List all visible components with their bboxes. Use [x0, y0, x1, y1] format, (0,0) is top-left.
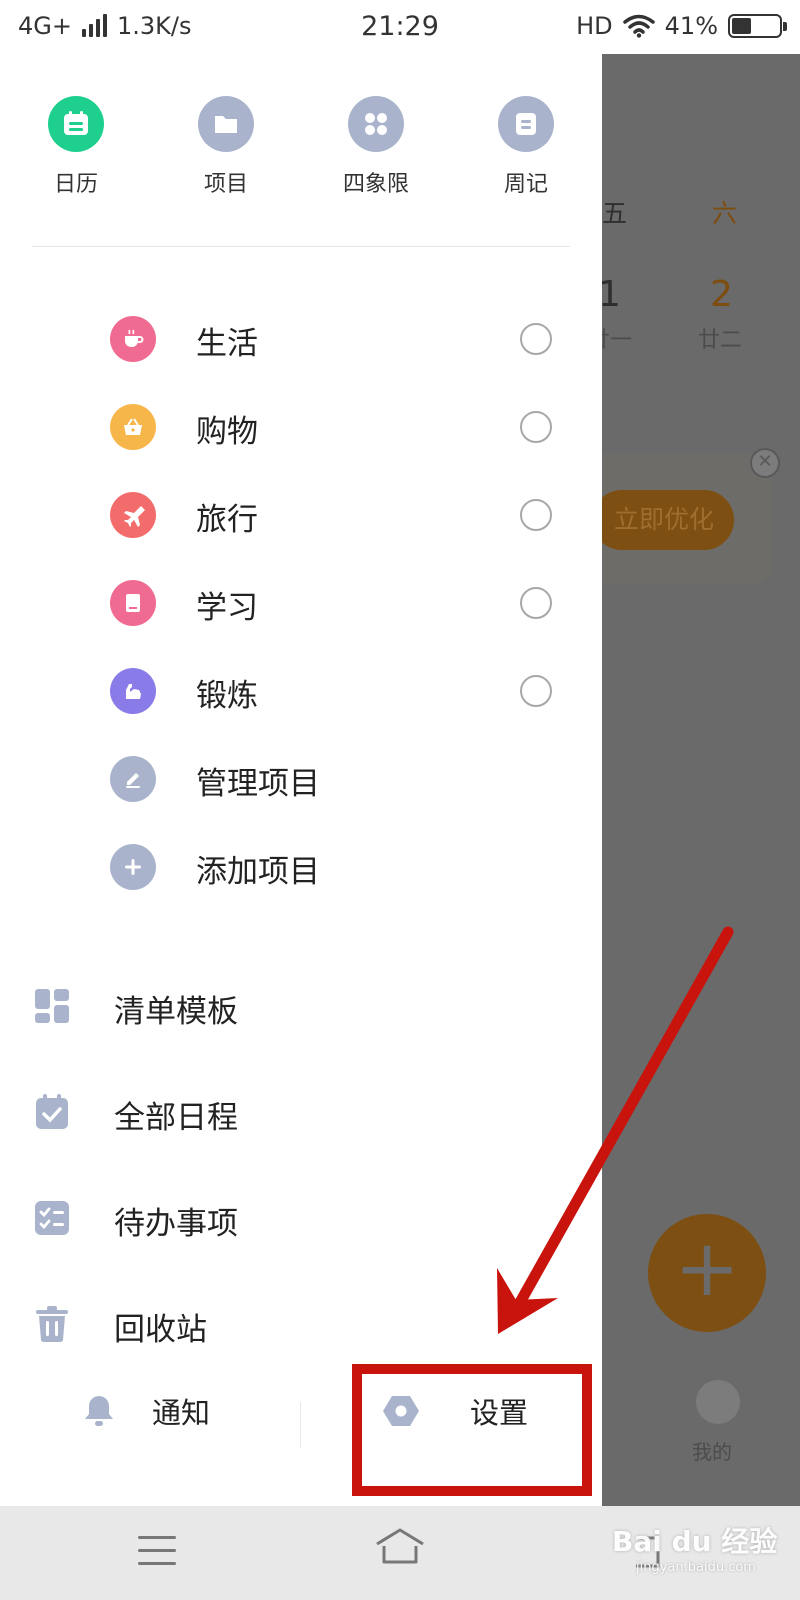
- weekday-fri: 五: [602, 199, 628, 228]
- project-item-shopping[interactable]: 购物: [110, 396, 560, 456]
- project-item-travel[interactable]: 旅行: [110, 484, 560, 544]
- tile-calendar[interactable]: 日历: [16, 96, 136, 198]
- me-tab-label[interactable]: 我的: [692, 1436, 732, 1465]
- tile-label: 周记: [503, 172, 548, 197]
- watermark-sub: jingyan.baidu.com: [636, 1560, 756, 1575]
- edit-icon: [110, 756, 156, 802]
- manage-project-button[interactable]: 管理项目: [110, 748, 560, 808]
- menu-item-all-schedule[interactable]: 全部日程: [32, 1078, 572, 1144]
- project-item-life[interactable]: 生活: [110, 308, 560, 368]
- menu-label: 全部日程: [114, 1100, 238, 1136]
- calendar-check-icon: [36, 1094, 68, 1129]
- book-icon: [110, 580, 156, 626]
- tile-quadrants[interactable]: 四象限: [316, 96, 436, 198]
- background-overlay[interactable]: 五 六 1 2 廿一 廿二 ✕ 立即优化 + 我的: [602, 54, 800, 1506]
- menu-label: 清单模板: [114, 994, 238, 1030]
- project-radio[interactable]: [520, 499, 552, 531]
- menu-item-templates[interactable]: 清单模板: [32, 972, 572, 1038]
- project-radio[interactable]: [520, 587, 552, 619]
- tile-label: 项目: [203, 172, 248, 197]
- project-radio[interactable]: [520, 323, 552, 355]
- template-icon: [35, 989, 69, 1023]
- wifi-icon: [622, 14, 655, 38]
- project-label: 购物: [196, 414, 258, 450]
- add-project-label: 添加项目: [196, 854, 320, 890]
- basket-icon: [110, 404, 156, 450]
- project-item-study[interactable]: 学习: [110, 572, 560, 632]
- tile-weekly[interactable]: 周记: [466, 96, 586, 198]
- muscle-icon: [110, 668, 156, 714]
- hd-indicator: HD: [576, 12, 613, 40]
- project-radio[interactable]: [520, 675, 552, 707]
- status-bar: 4G+ 1.3K/s 21:29 HD 41%: [0, 0, 800, 54]
- battery-icon: [728, 14, 787, 38]
- watermark-main: Bai du 经验: [612, 1525, 778, 1558]
- system-nav-bar: Bai du 经验 jingyan.baidu.com: [0, 1506, 800, 1600]
- watermark-logo: Bai du 经验 jingyan.baidu.com: [612, 1520, 777, 1575]
- notify-label: 通知: [152, 1396, 211, 1430]
- plus-icon: [110, 844, 156, 890]
- notify-button[interactable]: 通知: [80, 1390, 210, 1432]
- project-label: 生活: [196, 326, 258, 362]
- manage-project-label: 管理项目: [196, 766, 320, 802]
- project-radio[interactable]: [520, 411, 552, 443]
- date-sat[interactable]: 2: [710, 274, 733, 315]
- recent-apps-button[interactable]: [138, 1536, 176, 1575]
- tile-label: 四象限: [342, 172, 409, 197]
- lunar-fri: 廿一: [602, 328, 633, 353]
- highlight-box: [352, 1364, 592, 1496]
- note-icon: [498, 96, 554, 152]
- add-project-button[interactable]: 添加项目: [110, 836, 560, 896]
- me-tab-icon[interactable]: [696, 1380, 740, 1424]
- close-icon[interactable]: ✕: [750, 448, 780, 478]
- battery-percent: 41%: [664, 12, 718, 40]
- cup-icon: [110, 316, 156, 362]
- grid-icon: [348, 96, 404, 152]
- trash-icon: [36, 1306, 68, 1343]
- navigation-drawer: 日历 项目 四象限 周记 生活 购物 旅行 学习 锻炼 管理项目 添加项目 清单…: [0, 54, 602, 1506]
- weekday-sat: 六: [712, 199, 738, 228]
- menu-label: 待办事项: [114, 1206, 238, 1242]
- footer-divider: [300, 1402, 301, 1448]
- calendar-icon: [48, 96, 104, 152]
- menu-item-trash[interactable]: 回收站: [32, 1290, 572, 1356]
- battery-level: [732, 18, 751, 34]
- menu-label: 回收站: [114, 1312, 207, 1348]
- todo-list-icon: [35, 1201, 69, 1235]
- divider: [32, 246, 570, 247]
- project-label: 锻炼: [196, 678, 258, 714]
- home-icon[interactable]: [374, 1526, 426, 1566]
- status-right: HD 41%: [576, 12, 787, 40]
- plane-icon: [110, 492, 156, 538]
- project-label: 旅行: [196, 502, 258, 538]
- add-fab-button[interactable]: +: [648, 1214, 766, 1332]
- folder-icon: [198, 96, 254, 152]
- tile-label: 日历: [53, 172, 98, 197]
- project-item-exercise[interactable]: 锻炼: [110, 660, 560, 720]
- date-fri[interactable]: 1: [602, 274, 621, 315]
- menu-item-todo[interactable]: 待办事项: [32, 1184, 572, 1250]
- optimize-button[interactable]: 立即优化: [602, 490, 734, 550]
- project-label: 学习: [196, 590, 258, 626]
- lunar-sat: 廿二: [698, 328, 743, 353]
- bell-icon: [85, 1396, 113, 1426]
- tile-projects[interactable]: 项目: [166, 96, 286, 198]
